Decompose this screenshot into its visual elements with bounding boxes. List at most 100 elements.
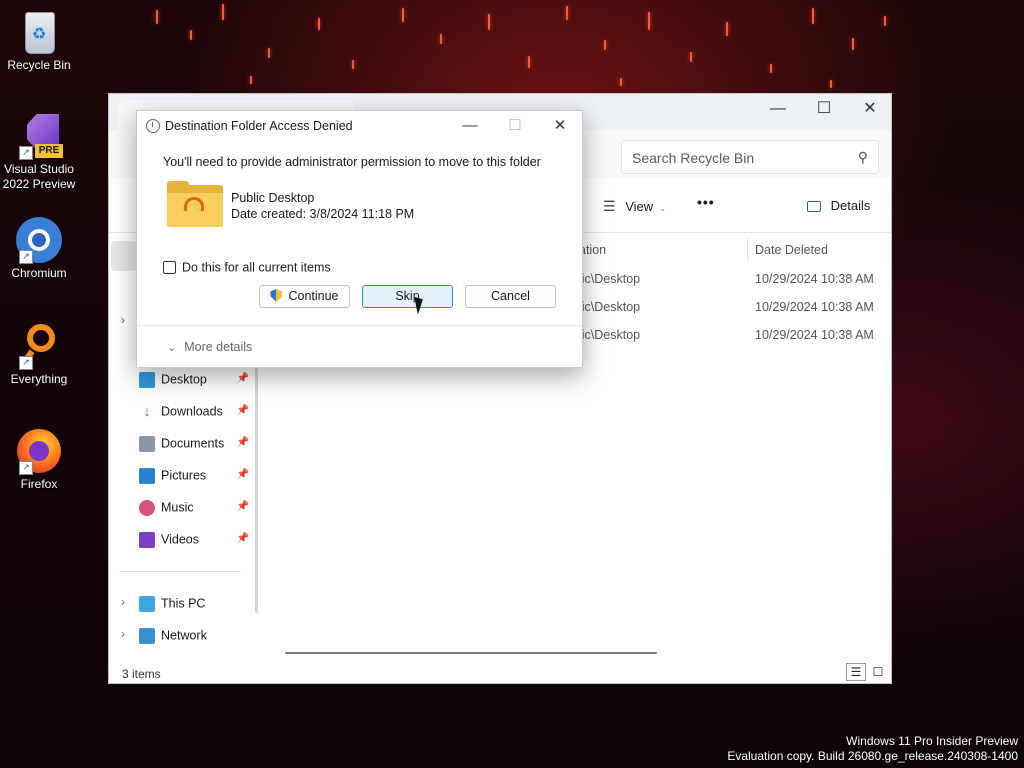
- dialog-close-button[interactable]: ✕: [540, 113, 580, 139]
- chevron-right-icon[interactable]: ›: [121, 627, 125, 641]
- preview-badge: PRE: [35, 144, 63, 158]
- desktop-icon-label: Firefox: [20, 477, 58, 491]
- desktop-icon-label: Visual Studio 2022 Preview: [2, 162, 76, 191]
- desktop-icon-recycle-bin[interactable]: ♻ Recycle Bin: [0, 8, 78, 73]
- dialog-title: Destination Folder Access Denied: [165, 119, 353, 133]
- cancel-label: Cancel: [491, 289, 530, 303]
- recycle-bin-icon: ♻: [15, 8, 63, 56]
- chevron-down-icon: ⌄: [167, 342, 177, 354]
- sidebar-item-downloads[interactable]: ↓ Downloads 📌: [139, 399, 249, 423]
- status-bar: 3 items ☰ ☐: [109, 661, 891, 683]
- cell-location: lic\Desktop: [579, 328, 641, 342]
- nav-selection-highlight: [111, 241, 137, 271]
- desktop-icon-everything[interactable]: ↗ Everything: [0, 322, 78, 387]
- details-pane-icon: [807, 201, 821, 212]
- shortcut-arrow-icon: ↗: [19, 146, 33, 160]
- sidebar-item-pictures[interactable]: Pictures 📌: [139, 463, 249, 487]
- column-divider[interactable]: [747, 237, 748, 261]
- view-label: View: [625, 199, 654, 214]
- checkbox-label: Do this for all current items: [182, 260, 331, 275]
- download-icon: ↓: [143, 402, 151, 420]
- view-list-icon: ☰: [603, 198, 616, 214]
- sidebar-item-desktop[interactable]: Desktop 📌: [139, 367, 249, 391]
- details-view-button[interactable]: ☰: [846, 663, 866, 681]
- computer-icon: [139, 595, 155, 612]
- videos-icon: [139, 531, 155, 548]
- tiles-view-button[interactable]: ☐: [868, 663, 888, 681]
- pictures-icon: [139, 467, 155, 484]
- cancel-button[interactable]: Cancel: [465, 285, 556, 308]
- shortcut-arrow-icon: ↗: [19, 461, 33, 475]
- music-icon: [139, 499, 155, 516]
- minimize-button[interactable]: —: [755, 94, 801, 124]
- cell-date-deleted: 10/29/2024 10:38 AM: [755, 272, 874, 286]
- documents-icon: [139, 435, 155, 452]
- desktop-icon-chromium[interactable]: ↗ Chromium: [0, 216, 78, 281]
- sidebar-item-label: This PC: [161, 596, 206, 611]
- item-date-created: Date created: 3/8/2024 11:18 PM: [231, 207, 415, 221]
- search-placeholder: Search Recycle Bin: [632, 150, 755, 166]
- sidebar-item-this-pc[interactable]: This PC: [139, 591, 249, 615]
- desktop-icon-firefox[interactable]: ↗ Firefox: [0, 427, 78, 492]
- column-header-location[interactable]: ation: [579, 243, 606, 257]
- desktop-icon-label: Everything: [10, 372, 68, 386]
- more-options-button[interactable]: •••: [697, 194, 715, 210]
- column-header-date-deleted[interactable]: Date Deleted: [755, 243, 828, 257]
- dialog-minimize-button[interactable]: —: [450, 113, 490, 139]
- visual-studio-icon: PRE ↗: [15, 112, 63, 160]
- dialog-maximize-button: ☐: [508, 117, 522, 134]
- watermark-line-1: Windows 11 Pro Insider Preview: [846, 734, 1018, 748]
- item-count: 3 items: [122, 667, 161, 681]
- details-label: Details: [830, 198, 871, 213]
- clock-icon: [146, 119, 160, 133]
- sidebar-item-videos[interactable]: Videos 📌: [139, 527, 249, 551]
- os-watermark: Windows 11 Pro Insider Preview Evaluatio…: [727, 734, 1018, 764]
- cell-location: lic\Desktop: [579, 300, 641, 314]
- firefox-icon: ↗: [15, 427, 63, 475]
- chevron-right-icon[interactable]: ›: [121, 313, 125, 327]
- close-window-button[interactable]: ✕: [847, 94, 893, 124]
- search-icon: ⚲: [857, 149, 868, 165]
- pin-icon: 📌: [236, 533, 249, 544]
- pin-icon: 📌: [236, 373, 249, 384]
- view-menu-button[interactable]: ☰ View ⌄: [603, 198, 666, 215]
- sidebar-item-documents[interactable]: Documents 📌: [139, 431, 249, 455]
- more-details-label: More details: [184, 340, 253, 354]
- horizontal-scrollbar[interactable]: [285, 652, 657, 654]
- details-pane-button[interactable]: Details: [807, 198, 870, 213]
- sidebar-item-label: Downloads: [161, 404, 223, 419]
- desktop-icon-visual-studio[interactable]: PRE ↗ Visual Studio 2022 Preview: [0, 112, 78, 192]
- chevron-right-icon[interactable]: ›: [121, 595, 125, 609]
- dialog-divider: [137, 325, 582, 326]
- chromium-icon: ↗: [15, 216, 63, 264]
- shortcut-arrow-icon: ↗: [19, 356, 33, 370]
- watermark-line-2: Evaluation copy. Build 26080.ge_release.…: [727, 749, 1018, 763]
- sidebar-item-label: Network: [161, 628, 207, 643]
- apply-to-all-checkbox[interactable]: Do this for all current items: [163, 260, 331, 275]
- uac-shield-icon: [270, 289, 283, 302]
- chevron-down-icon: ⌄: [658, 203, 667, 213]
- continue-label: Continue: [288, 289, 339, 303]
- maximize-button[interactable]: ☐: [801, 94, 847, 124]
- cell-date-deleted: 10/29/2024 10:38 AM: [755, 300, 874, 314]
- network-icon: [139, 627, 155, 644]
- desktop-icon-label: Recycle Bin: [7, 58, 71, 72]
- shortcut-arrow-icon: ↗: [19, 250, 33, 264]
- checkbox-box[interactable]: [163, 261, 176, 275]
- sidebar-item-label: Documents: [161, 436, 225, 451]
- nav-divider: [119, 571, 241, 572]
- search-input[interactable]: Search Recycle Bin ⚲: [621, 140, 879, 174]
- skip-button[interactable]: Skip: [362, 285, 453, 308]
- everything-search-icon: ↗: [15, 322, 63, 370]
- cell-date-deleted: 10/29/2024 10:38 AM: [755, 328, 874, 342]
- pin-icon: 📌: [236, 501, 249, 512]
- pin-icon: 📌: [236, 469, 249, 480]
- sidebar-item-music[interactable]: Music 📌: [139, 495, 249, 519]
- sidebar-item-label: Pictures: [161, 468, 207, 483]
- sidebar-item-label: Music: [161, 500, 194, 515]
- more-details-toggle[interactable]: ⌄ More details: [167, 340, 252, 354]
- sidebar-item-network[interactable]: Network: [139, 623, 249, 647]
- details-view-icon: ☰: [850, 665, 862, 679]
- cell-location: lic\Desktop: [579, 272, 641, 286]
- continue-button[interactable]: Continue: [259, 285, 350, 308]
